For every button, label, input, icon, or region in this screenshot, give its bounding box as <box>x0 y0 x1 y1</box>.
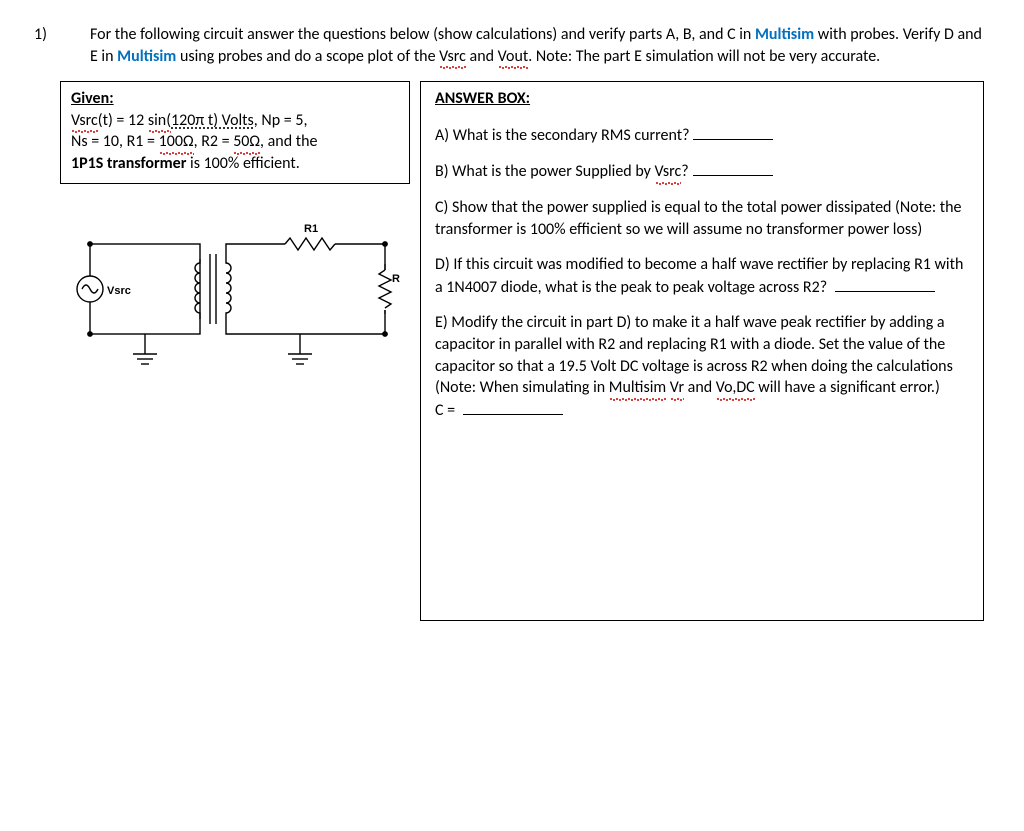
intro-text-5: . Note: The part E simulation will not b… <box>528 47 880 66</box>
question-e-multisim: Multisim <box>609 377 666 399</box>
given-sin: sin( <box>148 110 171 132</box>
blank-b[interactable] <box>693 160 773 176</box>
question-c: C) Show that the power supplied is equal… <box>435 197 969 240</box>
question-e-p3: and <box>684 378 716 397</box>
question-b-text: B) What is the power Supplied by <box>435 162 655 181</box>
intro-text-3: using probes and do a scope plot of the <box>176 47 439 66</box>
given-r1: 100Ω <box>159 131 194 153</box>
given-vsrc: Vsrc <box>71 110 98 132</box>
multisim-link-2: Multisim <box>117 47 176 66</box>
question-a: A) What is the secondary RMS current? <box>435 124 969 147</box>
given-line2c: , R2 = <box>194 132 234 151</box>
answer-box: ANSWER BOX: A) What is the secondary RMS… <box>420 81 984 621</box>
given-vsrc-eq: 120π t) Volts <box>171 111 254 130</box>
given-efficient: is 100% efficient. <box>186 154 299 173</box>
given-r2: 50Ω <box>233 131 260 153</box>
given-transformer: 1P1S transformer <box>71 154 186 173</box>
intro-text-4: and <box>466 47 498 66</box>
given-box: Given: Vsrc(t) = 12 sin(120π t) Volts, N… <box>60 81 410 183</box>
given-line2e: , and the <box>260 132 317 151</box>
question-e: E) Modify the circuit in part D) to make… <box>435 312 969 421</box>
given-line2a: Ns = 10, R1 = <box>71 132 159 151</box>
blank-e[interactable] <box>463 399 563 415</box>
blank-d[interactable] <box>835 276 935 292</box>
question-a-text: A) What is the secondary RMS current? <box>435 126 689 145</box>
vout-underlined: Vout <box>498 46 529 68</box>
blank-a[interactable] <box>693 124 773 140</box>
question-e-vr: Vr <box>670 377 684 399</box>
answer-title: ANSWER BOX: <box>435 89 530 108</box>
question-e-p4: will have a significant error.) <box>755 378 940 397</box>
circuit-vsrc-label: Vsrc <box>107 285 131 297</box>
circuit-r1-label: R1 <box>304 223 318 235</box>
circuit-r2-label: R2 <box>392 273 400 285</box>
given-np: , Np = 5, <box>254 111 308 130</box>
intro-text-1: For the following circuit answer the que… <box>90 25 755 44</box>
multisim-link-1: Multisim <box>755 25 814 44</box>
question-e-vodc: Vo,DC <box>716 377 755 399</box>
question-number: 1) <box>34 24 47 46</box>
question-b: B) What is the power Supplied by Vsrc? <box>435 160 969 183</box>
question-e-c: C = <box>435 401 455 420</box>
question-b-vsrc: Vsrc <box>655 161 682 183</box>
question-intro: For the following circuit answer the que… <box>90 24 984 67</box>
vsrc-underlined: Vsrc <box>439 46 466 68</box>
question-d: D) If this circuit was modified to becom… <box>435 254 969 298</box>
circuit-diagram: Vsrc R1 R2 <box>60 214 400 394</box>
question-b-post: ? <box>681 162 688 181</box>
given-title: Given: <box>71 89 114 108</box>
given-l1b: (t) = 12 <box>98 111 148 130</box>
